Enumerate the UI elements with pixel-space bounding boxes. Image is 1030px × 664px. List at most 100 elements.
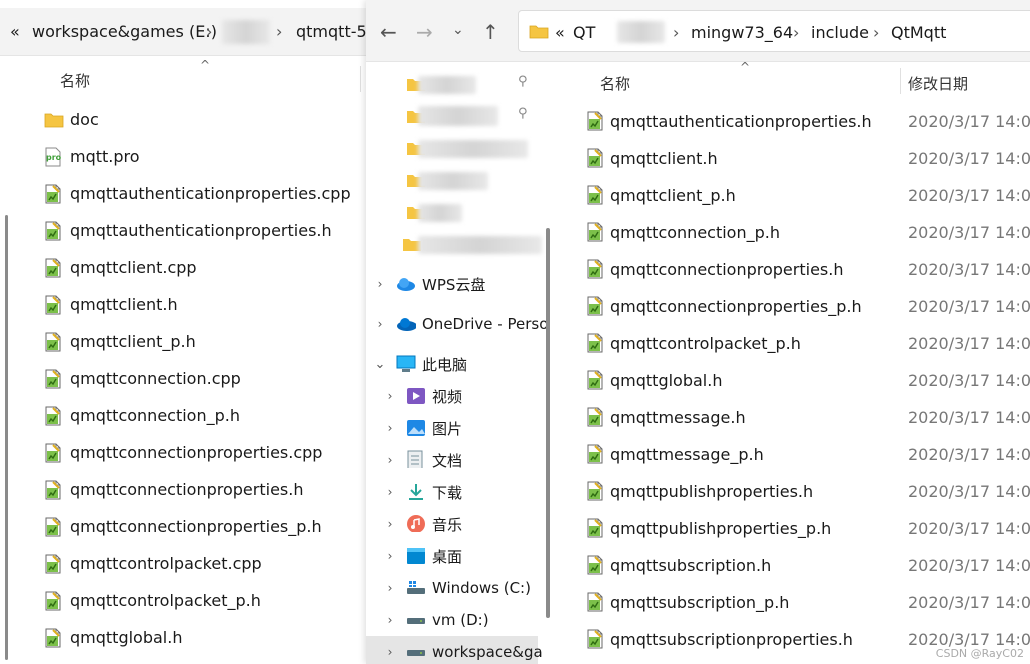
breadcrumb-mingw73_64[interactable]: mingw73_64	[691, 23, 793, 42]
source-file-icon	[586, 518, 604, 542]
column-divider[interactable]	[360, 66, 361, 92]
file-row[interactable]: qmqttpublishproperties.h 2020/3/17 14:02	[586, 473, 1030, 510]
file-row[interactable]: qmqttclient_p.h 2020/3/17 14:02	[586, 177, 1030, 214]
up-button[interactable]: ↑	[482, 20, 499, 44]
file-row[interactable]: doc	[44, 101, 99, 138]
nav-item-documents[interactable]: › 文档	[366, 444, 538, 476]
breadcrumb-qtmqtt[interactable]: QtMqtt	[891, 23, 946, 42]
quick-access-item[interactable]	[366, 164, 538, 196]
drive-icon	[407, 650, 425, 656]
pin-icon: ⚲	[518, 106, 528, 121]
file-row[interactable]: qmqttconnectionproperties.cpp	[44, 434, 322, 471]
nav-label: 下载	[432, 483, 463, 502]
file-row[interactable]: qmqttclient.h	[44, 286, 178, 323]
source-file-icon	[586, 629, 604, 653]
file-row[interactable]: qmqttglobal.h 2020/3/17 14:02	[586, 362, 1030, 399]
column-name-header[interactable]: 名称	[600, 73, 630, 94]
nav-item-this-pc[interactable]: ⌄ 此电脑	[366, 348, 538, 380]
nav-item-drive-e[interactable]: › workspace&ga	[366, 636, 543, 664]
chevron-down-icon[interactable]: ⌄	[374, 357, 386, 372]
file-row[interactable]: qmqttcontrolpacket.cpp	[44, 545, 262, 582]
chevron-right-icon[interactable]: ›	[384, 549, 396, 563]
file-row[interactable]: qmqttmessage_p.h 2020/3/17 14:02	[586, 436, 1030, 473]
chevron-right-icon[interactable]: ›	[384, 421, 396, 435]
quick-access-item[interactable]: ⚲	[366, 100, 538, 132]
nav-item-drive-c[interactable]: › Windows (C:)	[366, 572, 538, 604]
address-bar[interactable]: « QT › mingw73_64 › include › QtMqtt	[518, 10, 1030, 52]
file-row[interactable]: qmqttclient.h 2020/3/17 14:02	[586, 140, 1030, 177]
file-row[interactable]: qmqttconnectionproperties_p.h	[44, 508, 322, 545]
file-row[interactable]: qmqttclient_p.h	[44, 323, 196, 360]
file-name: qmqttcontrolpacket_p.h	[70, 591, 261, 610]
file-row[interactable]: qmqttcontrolpacket_p.h	[44, 582, 261, 619]
file-row[interactable]: qmqttconnectionproperties_p.h 2020/3/17 1…	[586, 288, 1030, 325]
file-row[interactable]: qmqttconnection_p.h 2020/3/17 14:02	[586, 214, 1030, 251]
pin-icon: ⚲	[518, 74, 528, 89]
chevron-right-icon[interactable]: ›	[384, 645, 396, 659]
breadcrumb-qt[interactable]: QT	[573, 23, 595, 42]
quick-access-item[interactable]	[366, 196, 538, 228]
breadcrumb-drive[interactable]: workspace&games (E:)	[32, 22, 217, 41]
forward-button[interactable]: →	[416, 20, 433, 44]
desktop-icon	[407, 548, 425, 564]
breadcrumb-current[interactable]: qtmqtt-5.	[296, 22, 366, 41]
file-modified-date: 2020/3/17 14:02	[908, 149, 1030, 168]
file-row[interactable]: qmqttsubscription.h 2020/3/17 14:02	[586, 547, 1030, 584]
left-address-bar[interactable]: « workspace&games (E:) › › qtmqtt-5.	[0, 8, 366, 56]
nav-item-videos[interactable]: › 视频	[366, 380, 538, 412]
right-column-header: ^ 名称 修改日期	[558, 60, 1030, 100]
nav-item-drive-d[interactable]: › vm (D:)	[366, 604, 538, 636]
sort-ascending-icon: ^	[200, 58, 211, 72]
file-name: qmqttconnectionproperties.h	[610, 260, 844, 279]
quick-access-item[interactable]: ⚲	[366, 68, 538, 100]
file-row[interactable]: pro mqtt.pro	[44, 138, 140, 175]
breadcrumb-separator: ›	[206, 22, 213, 41]
column-divider[interactable]	[900, 68, 901, 94]
nav-item-wps[interactable]: › WPS云盘	[366, 268, 538, 300]
file-row[interactable]: qmqttauthenticationproperties.h 2020/3/17…	[586, 103, 1030, 140]
file-row[interactable]: qmqttsubscription_p.h 2020/3/17 14:02	[586, 584, 1030, 621]
file-row[interactable]: qmqttclient.cpp	[44, 249, 197, 286]
chevron-right-icon[interactable]: ›	[384, 453, 396, 467]
breadcrumb-overflow[interactable]: «	[555, 23, 565, 42]
nav-item-desktop[interactable]: › 桌面	[366, 540, 538, 572]
nav-item-onedrive[interactable]: › OneDrive - Perso	[366, 308, 546, 340]
quick-access-item[interactable]	[366, 228, 542, 260]
blurred-label	[418, 76, 476, 94]
file-row[interactable]: qmqttpublishproperties_p.h 2020/3/17 14:0…	[586, 510, 1030, 547]
chevron-right-icon[interactable]: ›	[384, 485, 396, 499]
quick-access-item[interactable]	[366, 132, 538, 164]
column-date-header[interactable]: 修改日期	[908, 73, 968, 94]
file-row[interactable]: qmqttglobal.h	[44, 619, 182, 656]
nav-label: Windows (C:)	[432, 579, 531, 597]
file-row[interactable]: qmqttcontrolpacket_p.h 2020/3/17 14:02	[586, 325, 1030, 362]
file-row[interactable]: qmqttconnectionproperties.h 2020/3/17 14:…	[586, 251, 1030, 288]
file-row[interactable]: qmqttconnection.cpp	[44, 360, 241, 397]
chevron-right-icon[interactable]: ›	[374, 277, 386, 291]
file-name: qmqttclient.h	[610, 149, 718, 168]
nav-item-downloads[interactable]: › 下载	[366, 476, 538, 508]
file-row[interactable]: qmqttmessage.h 2020/3/17 14:02	[586, 399, 1030, 436]
file-row[interactable]: qmqttconnectionproperties.h	[44, 471, 303, 508]
chevron-right-icon[interactable]: ›	[384, 389, 396, 403]
nav-scrollbar[interactable]	[546, 228, 550, 618]
music-icon	[407, 515, 425, 532]
nav-label: workspace&ga	[432, 643, 543, 661]
blurred-breadcrumb	[222, 20, 270, 44]
breadcrumb-include[interactable]: include	[811, 23, 869, 42]
chevron-right-icon[interactable]: ›	[384, 613, 396, 627]
back-button[interactable]: ←	[380, 20, 397, 44]
column-name-header[interactable]: 名称	[60, 70, 90, 91]
file-row[interactable]: qmqttconnection_p.h	[44, 397, 240, 434]
left-scrollbar[interactable]	[5, 215, 8, 660]
chevron-right-icon[interactable]: ›	[374, 317, 386, 331]
file-modified-date: 2020/3/17 14:02	[908, 371, 1030, 390]
recent-locations-button[interactable]: ⌄	[452, 22, 464, 38]
file-row[interactable]: qmqttauthenticationproperties.cpp	[44, 175, 351, 212]
file-row[interactable]: qmqttauthenticationproperties.h	[44, 212, 332, 249]
chevron-right-icon[interactable]: ›	[384, 581, 396, 595]
nav-item-music[interactable]: › 音乐	[366, 508, 538, 540]
breadcrumb-overflow[interactable]: «	[10, 22, 20, 41]
nav-item-pictures[interactable]: › 图片	[366, 412, 538, 444]
chevron-right-icon[interactable]: ›	[384, 517, 396, 531]
